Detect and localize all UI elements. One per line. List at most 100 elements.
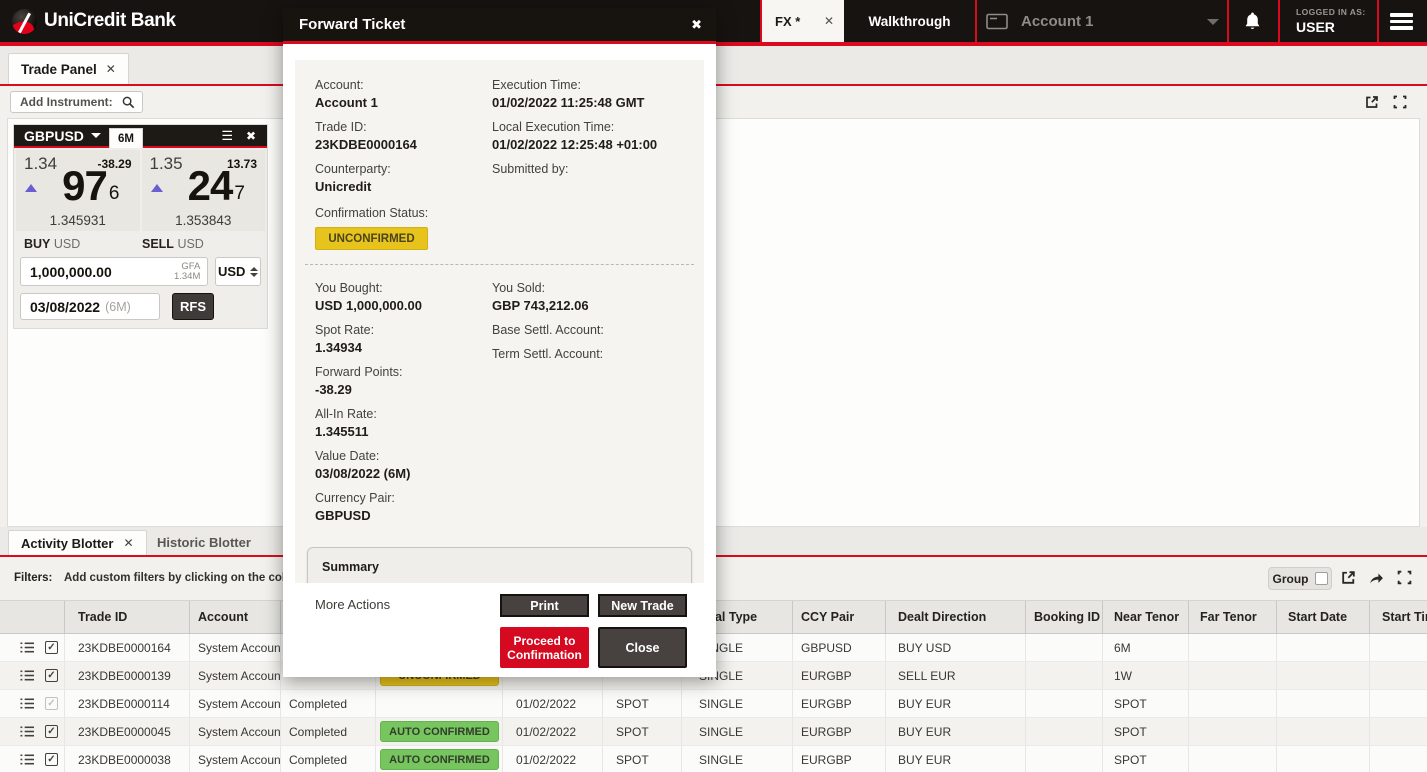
- tab-historic-blotter[interactable]: Historic Blotter: [143, 530, 265, 555]
- cell-confirmation: [376, 690, 503, 717]
- close-icon[interactable]: ✕: [824, 14, 834, 28]
- field-value: 1.345511: [315, 424, 492, 439]
- account-selector[interactable]: Account 1: [977, 0, 1227, 42]
- field-value: Account 1: [315, 95, 492, 110]
- modal-close-icon[interactable]: ✖: [691, 17, 702, 33]
- ticket-deal-left: You Bought:USD 1,000,000.00Spot Rate:1.3…: [315, 281, 492, 533]
- table-row[interactable]: ✓23KDBE0000114System AccountCompleted01/…: [0, 690, 1427, 718]
- cell-start_date: [1277, 718, 1370, 745]
- modal-header: Forward Ticket ✖: [283, 8, 716, 44]
- field-label: Trade ID:: [315, 120, 492, 134]
- column-header-ccy_pair[interactable]: CCY Pair: [793, 601, 886, 633]
- cell-icons: ✓: [0, 662, 65, 689]
- tab-walkthrough[interactable]: Walkthrough: [844, 0, 975, 42]
- sell-price-tile[interactable]: 1.35 13.73 247 1.353843: [142, 150, 266, 231]
- share-icon[interactable]: [1368, 569, 1385, 586]
- close-icon[interactable]: ✕: [106, 62, 116, 76]
- cell-trade_id: 23KDBE0000045: [65, 718, 190, 745]
- column-header-booking_id[interactable]: Booking ID: [1026, 601, 1103, 633]
- column-header-icons[interactable]: [0, 601, 65, 633]
- tab-trade-panel-label: Trade Panel: [21, 62, 97, 77]
- tab-activity-blotter-label: Activity Blotter: [21, 536, 113, 551]
- tab-activity-blotter[interactable]: Activity Blotter ✕: [8, 530, 147, 555]
- row-confirm-checkbox-icon[interactable]: ✓: [45, 697, 58, 710]
- row-details-icon[interactable]: [20, 725, 34, 738]
- popout-icon[interactable]: [1364, 94, 1380, 110]
- group-checkbox[interactable]: [1315, 572, 1328, 585]
- chevron-down-icon[interactable]: [91, 133, 101, 138]
- cell-tenor: SPOT: [603, 718, 682, 745]
- ticket-info-right: Execution Time:01/02/2022 11:25:48 GMT Lo…: [492, 78, 696, 204]
- hamburger-menu-icon[interactable]: [1390, 13, 1413, 33]
- column-header-start_time[interactable]: Start Time: [1370, 601, 1427, 633]
- currency-select[interactable]: USD: [215, 257, 261, 286]
- column-header-near_tenor[interactable]: Near Tenor: [1103, 601, 1189, 633]
- column-header-dealt_direction[interactable]: Dealt Direction: [886, 601, 1026, 633]
- cell-start_time: [1370, 746, 1427, 772]
- column-header-trade_id[interactable]: Trade ID: [65, 601, 190, 633]
- tab-trade-panel[interactable]: Trade Panel ✕: [8, 53, 129, 84]
- rfs-button[interactable]: RFS: [172, 293, 214, 320]
- cell-trade_id: 23KDBE0000114: [65, 690, 190, 717]
- tab-fx[interactable]: FX * ✕: [762, 0, 844, 42]
- cell-start_time: [1370, 662, 1427, 689]
- buy-full-rate: 1.345931: [16, 213, 140, 228]
- popout-icon[interactable]: [1340, 569, 1357, 586]
- row-confirm-checkbox-icon[interactable]: ✓: [45, 641, 58, 654]
- cell-far_tenor: [1189, 718, 1277, 745]
- cell-trade_date: 01/02/2022: [503, 746, 603, 772]
- up-arrow-icon: [25, 184, 37, 192]
- logged-in-block: LOGGED IN AS: USER: [1296, 7, 1366, 35]
- row-confirm-checkbox-icon[interactable]: ✓: [45, 725, 58, 738]
- close-button[interactable]: Close: [598, 627, 687, 668]
- pair-selector[interactable]: GBPUSD: [24, 128, 84, 144]
- field-value: Unicredit: [315, 179, 492, 194]
- field-value: 03/08/2022 (6M): [315, 466, 492, 481]
- proceed-to-confirmation-button[interactable]: Proceed to Confirmation: [500, 627, 589, 668]
- field-label: You Bought:: [315, 281, 492, 295]
- cell-deal_type: SINGLE: [682, 746, 793, 772]
- cell-account: System Account: [190, 718, 281, 745]
- fullscreen-icon[interactable]: [1392, 94, 1408, 110]
- notifications-button[interactable]: [1227, 0, 1278, 42]
- confirmation-status-label: Confirmation Status:: [315, 206, 696, 220]
- field-pair: Execution Time:01/02/2022 11:25:48 GMT: [492, 78, 696, 110]
- row-details-icon[interactable]: [20, 641, 34, 654]
- widget-header: GBPUSD 6M ☰ ✖: [14, 125, 267, 148]
- row-confirm-checkbox-icon[interactable]: ✓: [45, 753, 58, 766]
- buy-price-tile[interactable]: 1.34 -38.29 976 1.345931: [16, 150, 140, 231]
- new-trade-button[interactable]: New Trade: [598, 594, 687, 617]
- unicredit-logo: UniCredit Bank: [12, 0, 176, 42]
- cell-dealt_direction: BUY EUR: [886, 718, 1026, 745]
- print-button[interactable]: Print: [500, 594, 589, 617]
- table-row[interactable]: ✓23KDBE0000045System AccountCompletedAUT…: [0, 718, 1427, 746]
- cell-booking_id: [1026, 718, 1103, 745]
- fullscreen-icon[interactable]: [1396, 569, 1413, 586]
- row-details-icon[interactable]: [20, 753, 34, 766]
- cell-near_tenor: SPOT: [1103, 718, 1189, 745]
- cell-ccy_pair: GBPUSD: [793, 634, 886, 661]
- group-toggle[interactable]: Group: [1268, 567, 1332, 590]
- column-header-start_date[interactable]: Start Date: [1277, 601, 1370, 633]
- bell-icon: [1243, 11, 1262, 31]
- row-confirm-checkbox-icon[interactable]: ✓: [45, 669, 58, 682]
- column-header-far_tenor[interactable]: Far Tenor: [1189, 601, 1277, 633]
- amount-input[interactable]: 1,000,000.00 GFA1.34M: [20, 257, 208, 286]
- field-label: Execution Time:: [492, 78, 696, 92]
- more-actions-link[interactable]: More Actions: [315, 597, 390, 612]
- add-instrument-input[interactable]: Add Instrument:: [10, 91, 143, 113]
- column-header-account[interactable]: Account: [190, 601, 281, 633]
- cell-tenor: SPOT: [603, 690, 682, 717]
- row-details-icon[interactable]: [20, 697, 34, 710]
- value-date-input[interactable]: 03/08/2022 (6M): [20, 293, 160, 320]
- widget-menu-icon[interactable]: ☰: [221, 128, 233, 144]
- field-pair: Local Execution Time:01/02/2022 12:25:48…: [492, 120, 696, 152]
- tenor-tab[interactable]: 6M: [109, 128, 143, 148]
- field-label: All-In Rate:: [315, 407, 492, 421]
- table-row[interactable]: ✓23KDBE0000038System AccountCompletedAUT…: [0, 746, 1427, 772]
- cell-dealt_direction: SELL EUR: [886, 662, 1026, 689]
- widget-close-icon[interactable]: ✖: [246, 129, 256, 143]
- row-details-icon[interactable]: [20, 669, 34, 682]
- close-icon[interactable]: ✕: [123, 536, 133, 550]
- cell-ccy_pair: EURGBP: [793, 662, 886, 689]
